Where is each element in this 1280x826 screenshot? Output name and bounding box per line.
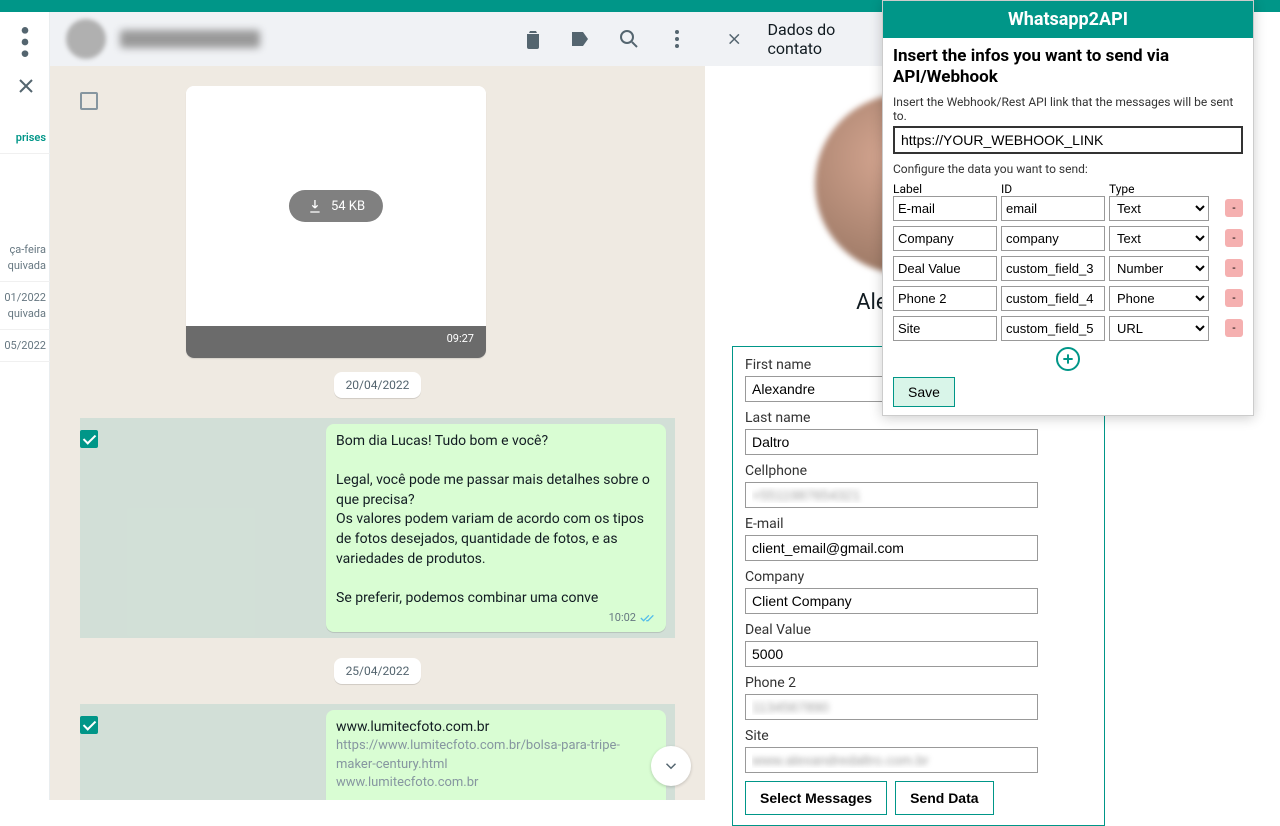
message-row[interactable]: www.lumitecfoto.com.br https://www.lumit…	[80, 704, 675, 800]
last-name-input[interactable]	[745, 429, 1038, 455]
message-time: 09:27	[186, 326, 486, 358]
row-type-select[interactable]: Text	[1109, 226, 1209, 251]
field-label: Phone 2	[745, 675, 1092, 691]
field-label: Site	[745, 728, 1092, 744]
save-button[interactable]: Save	[893, 377, 955, 407]
chat-list-fragment: prises ça-feira quivada 01/2022 quivada …	[0, 110, 50, 362]
date-separator: 25/04/2022	[334, 658, 422, 684]
row-type-select[interactable]: Number	[1109, 256, 1209, 281]
list-item[interactable]: 01/2022 quivada	[0, 282, 50, 330]
row-id-input[interactable]	[1001, 226, 1105, 251]
delete-row-button[interactable]: -	[1225, 199, 1243, 217]
avatar[interactable]	[66, 19, 106, 59]
row-label-input[interactable]	[893, 226, 997, 251]
webhook-url-input[interactable]	[893, 126, 1243, 154]
more-icon[interactable]	[665, 27, 689, 51]
row-label-input[interactable]	[893, 316, 997, 341]
row-id-input[interactable]	[1001, 316, 1105, 341]
contact-panel-header: Dados do contato	[705, 12, 885, 66]
date-separator: 20/04/2022	[334, 372, 422, 398]
list-item[interactable]: ça-feira quivada	[0, 234, 50, 282]
chat-messages-area: 54 KB 09:27 20/04/2022 Bom dia Lucas! Tu…	[50, 66, 705, 800]
data-capture-form: First name Last name Cellphone E-mail Co…	[732, 346, 1105, 826]
row-type-select[interactable]: Text	[1109, 196, 1209, 221]
company-input[interactable]	[745, 588, 1038, 614]
phone2-input[interactable]	[745, 694, 1038, 720]
config-hint: Configure the data you want to send:	[893, 162, 1243, 176]
field-label: Deal Value	[745, 622, 1092, 638]
extension-heading: Insert the infos you want to send via AP…	[893, 46, 1243, 89]
delete-row-button[interactable]: -	[1225, 319, 1243, 337]
delete-icon[interactable]	[521, 27, 545, 51]
row-type-select[interactable]: Phone	[1109, 286, 1209, 311]
menu-icon[interactable]	[5, 22, 45, 62]
select-messages-button[interactable]: Select Messages	[745, 781, 887, 815]
extension-popup: Whatsapp2API Insert the infos you want t…	[882, 0, 1254, 416]
config-row: Number-	[893, 256, 1243, 281]
add-row-button[interactable]	[1056, 347, 1080, 371]
row-label-input[interactable]	[893, 196, 997, 221]
message-bubble: Bom dia Lucas! Tudo bom e você? Legal, v…	[326, 424, 666, 632]
row-id-input[interactable]	[1001, 196, 1105, 221]
chat-header	[50, 12, 705, 66]
message-checkbox[interactable]	[80, 430, 98, 448]
tag-icon[interactable]	[569, 27, 593, 51]
chat-contact-name	[120, 30, 260, 48]
cellphone-input[interactable]	[745, 482, 1038, 508]
column-headers: LabelIDType	[893, 182, 1243, 196]
config-row: Text-	[893, 196, 1243, 221]
panel-title: Dados do contato	[768, 20, 865, 58]
config-row: URL-	[893, 316, 1243, 341]
file-size: 54 KB	[331, 199, 365, 214]
row-label-input[interactable]	[893, 256, 997, 281]
message-checkbox[interactable]	[80, 716, 98, 734]
message-time: 10:02	[609, 610, 636, 625]
delete-row-button[interactable]: -	[1225, 259, 1243, 277]
url-hint: Insert the Webhook/Rest API link that th…	[893, 95, 1243, 123]
delete-row-button[interactable]: -	[1225, 289, 1243, 307]
scroll-down-button[interactable]	[651, 746, 691, 786]
row-id-input[interactable]	[1001, 286, 1105, 311]
extension-title: Whatsapp2API	[883, 1, 1253, 38]
close-icon[interactable]	[14, 74, 38, 98]
download-button[interactable]: 54 KB	[289, 190, 383, 222]
site-input[interactable]	[745, 747, 1038, 773]
message-row[interactable]: Bom dia Lucas! Tudo bom e você? Legal, v…	[80, 418, 675, 638]
search-icon[interactable]	[617, 27, 641, 51]
field-label: Company	[745, 569, 1092, 585]
delete-row-button[interactable]: -	[1225, 229, 1243, 247]
deal-value-input[interactable]	[745, 641, 1038, 667]
row-id-input[interactable]	[1001, 256, 1105, 281]
field-label: E-mail	[745, 516, 1092, 532]
message-checkbox[interactable]	[80, 92, 98, 110]
list-item[interactable]: prises	[0, 110, 50, 154]
close-icon[interactable]	[725, 27, 744, 51]
row-type-select[interactable]: URL	[1109, 316, 1209, 341]
field-label: Cellphone	[745, 463, 1092, 479]
config-row: Text-	[893, 226, 1243, 251]
send-data-button[interactable]: Send Data	[895, 781, 993, 815]
email-input[interactable]	[745, 535, 1038, 561]
list-item[interactable]: 05/2022	[0, 330, 50, 362]
image-message[interactable]: 54 KB 09:27	[186, 86, 486, 358]
message-bubble: www.lumitecfoto.com.br https://www.lumit…	[326, 710, 666, 800]
config-row: Phone-	[893, 286, 1243, 311]
row-label-input[interactable]	[893, 286, 997, 311]
